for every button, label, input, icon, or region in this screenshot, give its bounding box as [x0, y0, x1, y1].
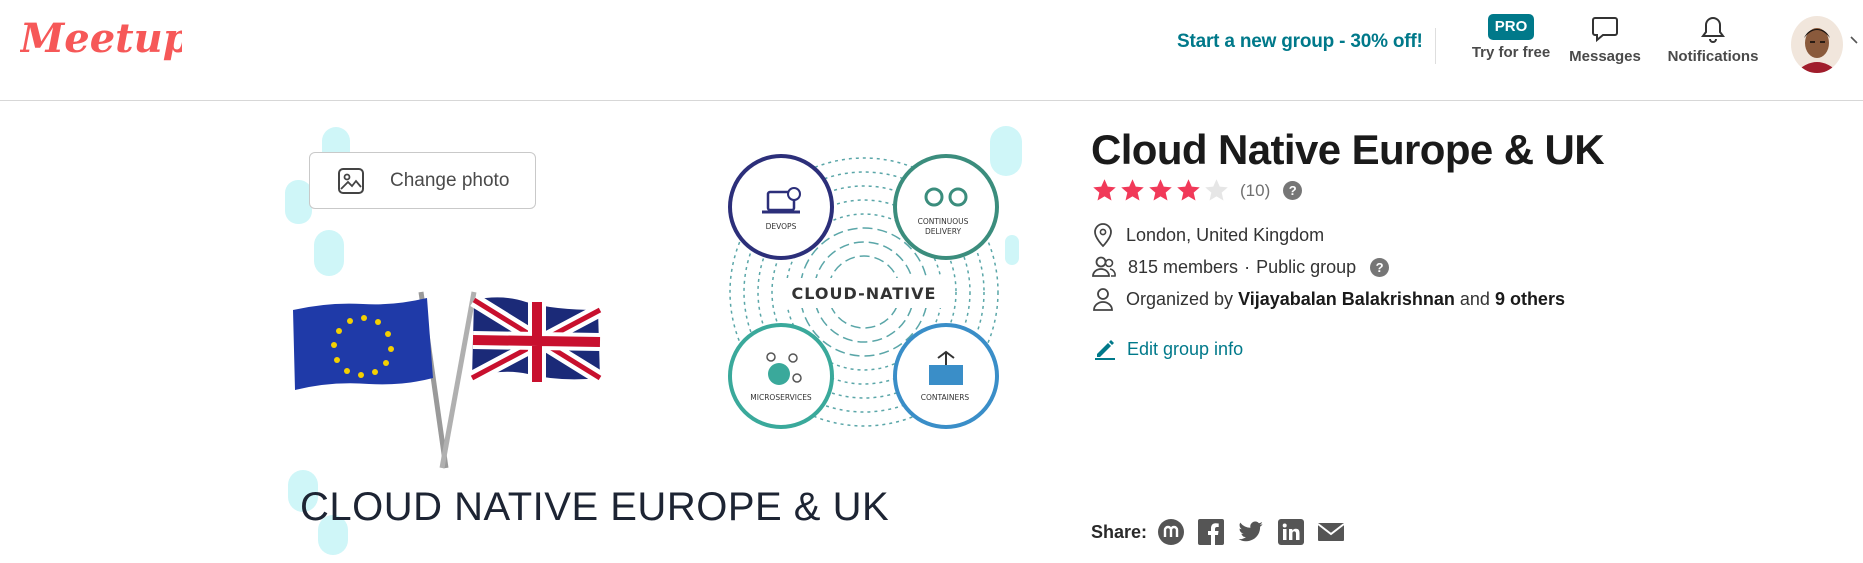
- banner-title-text: CLOUD NATIVE EUROPE & UK: [300, 485, 890, 529]
- other-organizers-link[interactable]: 9 others: [1495, 289, 1565, 310]
- notifications-label: Notifications: [1667, 48, 1759, 65]
- header-divider: [1435, 28, 1436, 64]
- star-icon-filled: [1121, 179, 1144, 201]
- chevron-down-icon[interactable]: [1850, 34, 1862, 48]
- and-text: and: [1459, 288, 1490, 309]
- eu-flag-icon: [293, 298, 433, 390]
- privacy-help-icon[interactable]: ?: [1370, 257, 1390, 277]
- star-icon-filled: [1177, 179, 1200, 201]
- try-for-free-label: Try for free: [1471, 44, 1551, 61]
- messages-label: Messages: [1569, 48, 1641, 65]
- email-icon[interactable]: [1317, 518, 1345, 546]
- group-organizers: Organized by Vijayabalan Balakrishnan an…: [1092, 286, 1565, 312]
- user-avatar[interactable]: [1791, 16, 1843, 73]
- twitter-icon[interactable]: [1237, 518, 1265, 546]
- linkedin-icon[interactable]: [1277, 518, 1305, 546]
- star-icon-filled: [1149, 179, 1172, 201]
- user-icon: [1093, 288, 1113, 311]
- cloud-native-label: CLOUD-NATIVE: [792, 284, 937, 303]
- change-photo-label: Change photo: [390, 169, 510, 191]
- location-pin-icon: [1094, 223, 1112, 248]
- location-text: London, United Kingdom: [1126, 224, 1325, 245]
- members-icon: [1092, 256, 1116, 277]
- bell-icon: [1701, 16, 1725, 43]
- pro-badge: PRO: [1487, 14, 1535, 40]
- organizer-link[interactable]: Vijayabalan Balakrishnan: [1238, 289, 1455, 310]
- group-rating[interactable]: (10) ?: [1091, 177, 1303, 204]
- chat-bubble-icon: [1592, 17, 1618, 43]
- pencil-icon: [1095, 340, 1115, 360]
- separator-dot: ·: [1244, 256, 1251, 277]
- try-pro-button[interactable]: PRO Try for free: [1460, 14, 1562, 61]
- share-label: Share:: [1091, 521, 1148, 542]
- devops-label: DEVOPS: [766, 222, 797, 231]
- organized-by-text: Organized by: [1126, 288, 1234, 309]
- group-location: London, United Kingdom: [1092, 222, 1324, 248]
- privacy-text: Public group: [1256, 256, 1357, 277]
- group-name-heading: Cloud Native Europe & UK: [1091, 126, 1605, 173]
- edit-group-info-label: Edit group info: [1127, 338, 1244, 359]
- edit-group-info-link[interactable]: Edit group info: [1093, 337, 1243, 361]
- continuous-label: CONTINUOUS: [918, 217, 969, 226]
- star-icon-filled: [1093, 179, 1116, 201]
- start-group-promo-link[interactable]: Start a new group - 30% off!: [1177, 31, 1423, 53]
- uk-flag-icon: [468, 294, 604, 385]
- meetup-icon[interactable]: [1157, 518, 1185, 546]
- share-bar: Share:: [1091, 518, 1357, 546]
- members-link[interactable]: 815 members: [1128, 257, 1238, 278]
- image-icon: [338, 167, 364, 194]
- containers-label: CONTAINERS: [921, 393, 970, 402]
- top-navbar: Meetup Start a new group - 30% off! PRO …: [0, 0, 1863, 101]
- microservices-label: MICROSERVICES: [750, 393, 812, 402]
- group-members: 815 members · Public group ?: [1092, 254, 1390, 280]
- meetup-logo[interactable]: Meetup: [20, 12, 182, 72]
- messages-button[interactable]: Messages: [1565, 14, 1645, 65]
- rating-help-icon[interactable]: ?: [1283, 181, 1303, 200]
- delivery-label: DELIVERY: [925, 227, 962, 236]
- rating-count: (10): [1240, 180, 1271, 200]
- facebook-icon[interactable]: [1197, 518, 1225, 546]
- notifications-button[interactable]: Notifications: [1662, 14, 1764, 65]
- change-photo-button[interactable]: Change photo: [309, 152, 536, 209]
- star-icon-empty: [1205, 179, 1228, 201]
- logo-text: Meetup: [20, 15, 182, 62]
